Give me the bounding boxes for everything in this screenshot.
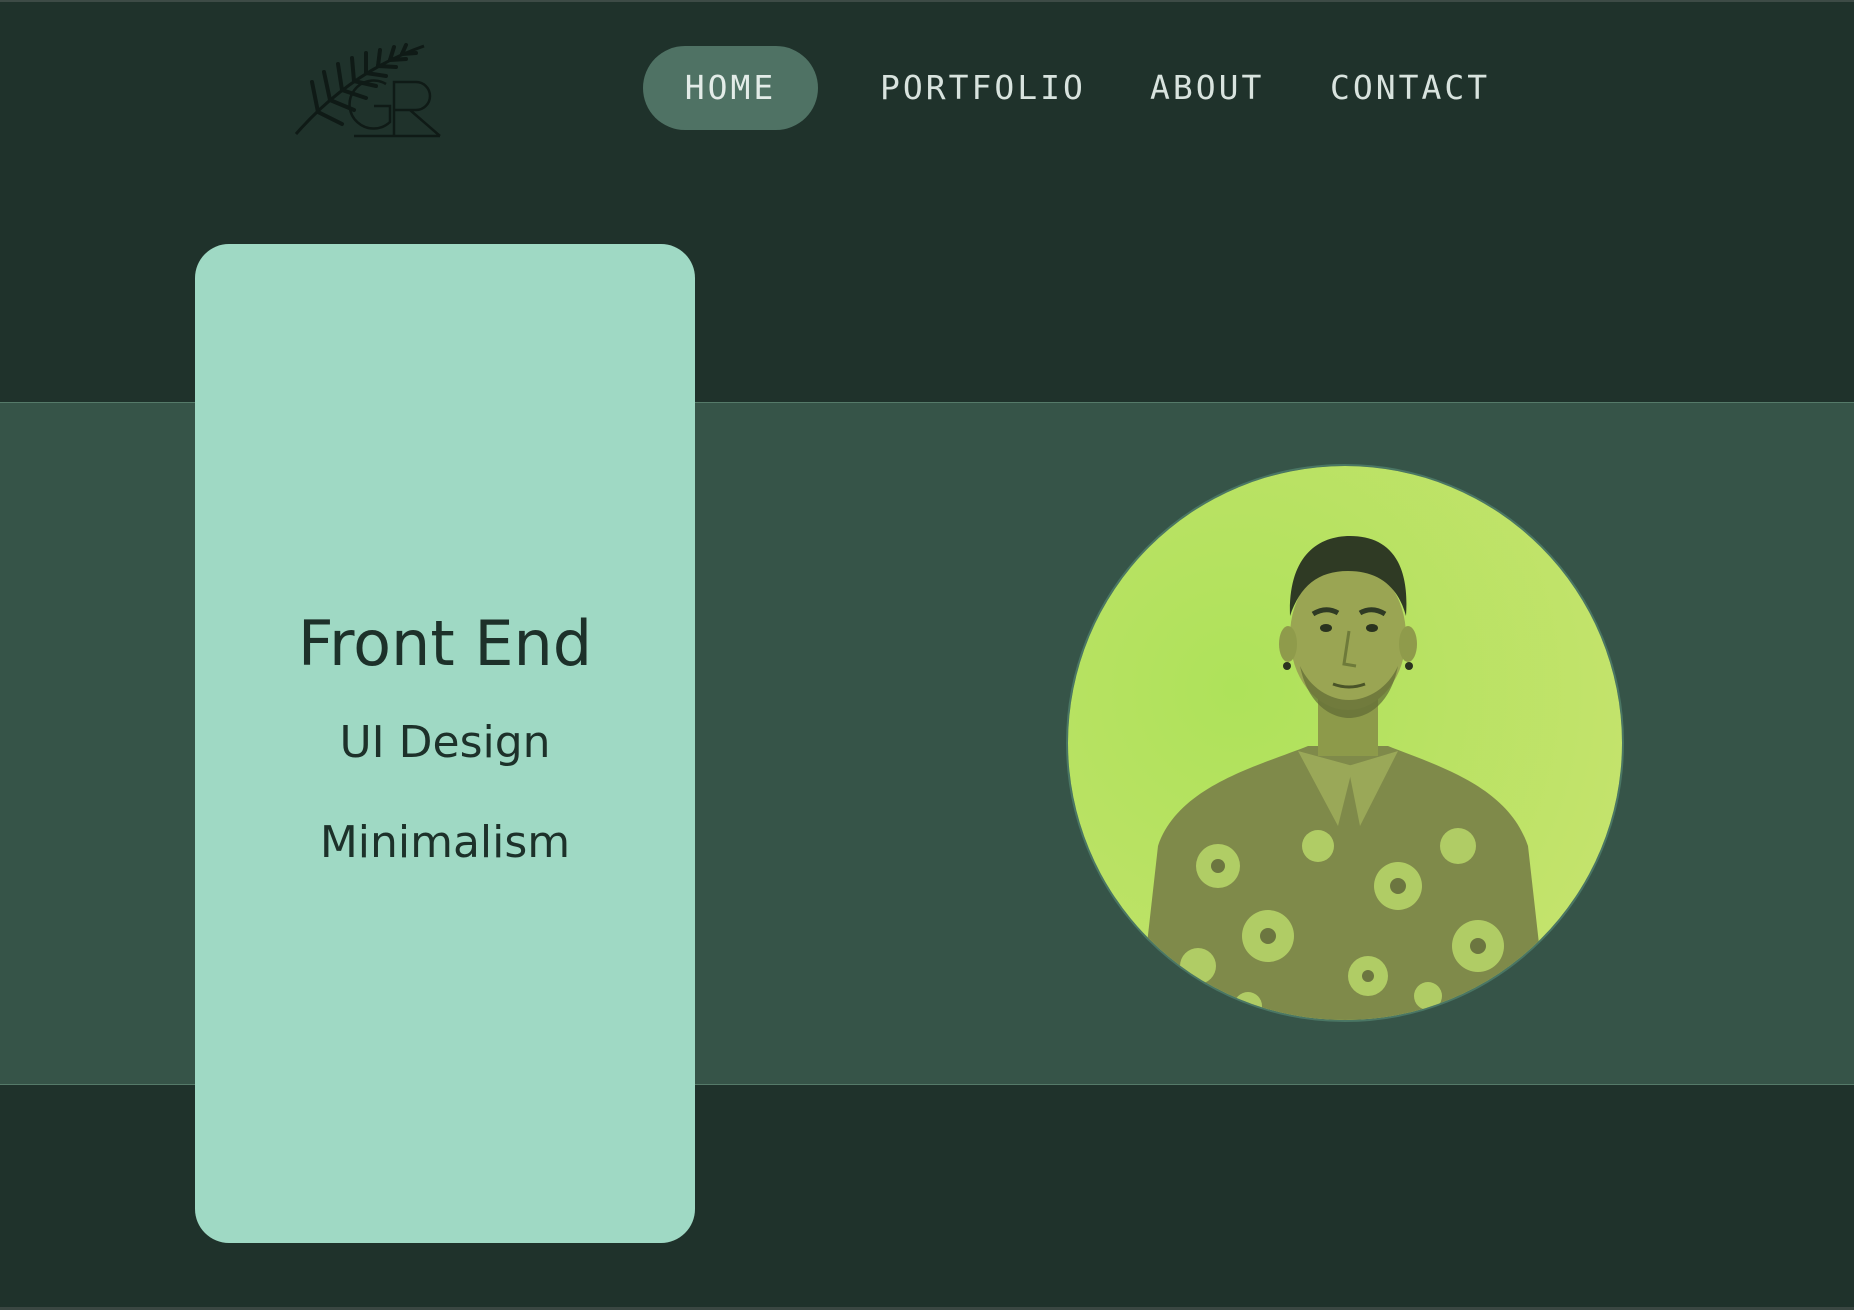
profile-photo xyxy=(1066,464,1624,1022)
nav-portfolio[interactable]: PORTFOLIO xyxy=(880,46,1086,130)
card-skill-ui-design: UI Design xyxy=(339,717,551,768)
nav-home[interactable]: HOME xyxy=(643,46,818,130)
card-skill-minimalism: Minimalism xyxy=(319,817,571,868)
profile-photo-image xyxy=(1068,466,1622,1020)
nav-about[interactable]: ABOUT xyxy=(1150,46,1264,130)
main-nav: HOME PORTFOLIO ABOUT CONTACT xyxy=(0,46,1854,130)
top-border xyxy=(0,0,1854,2)
nav-contact[interactable]: CONTACT xyxy=(1330,46,1490,130)
card-heading: Front End xyxy=(297,607,593,680)
skills-card: Front End UI Design Minimalism xyxy=(195,244,695,1243)
